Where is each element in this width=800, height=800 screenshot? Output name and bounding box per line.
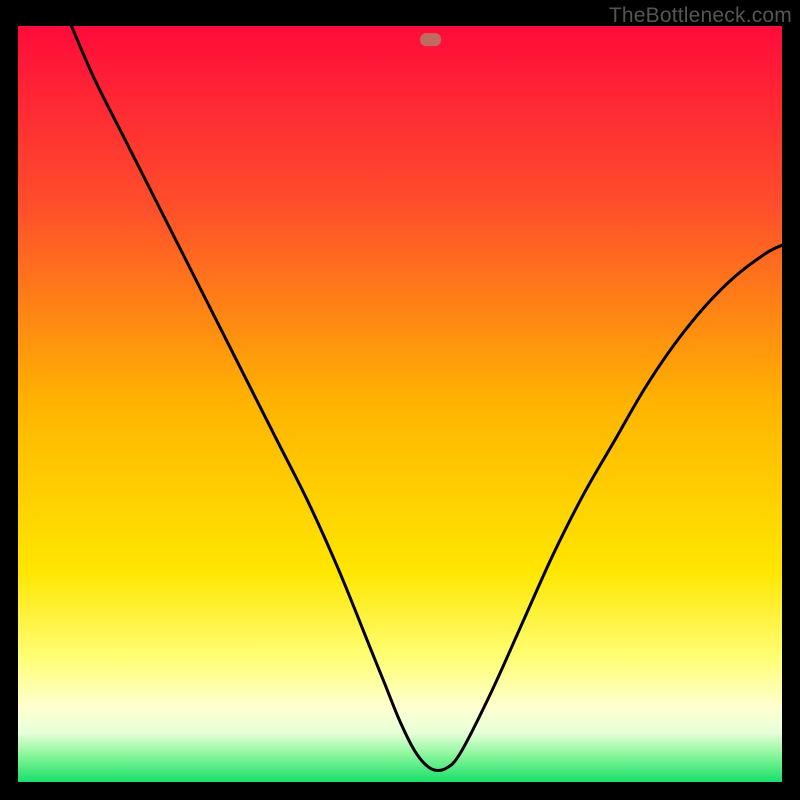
chart-frame: TheBottleneck.com: [0, 0, 800, 800]
chart-plot-area: [18, 26, 782, 782]
gradient-background: [18, 26, 782, 782]
watermark-text: TheBottleneck.com: [609, 4, 792, 28]
optimal-point-marker: [420, 33, 441, 46]
chart-svg: [18, 26, 782, 782]
